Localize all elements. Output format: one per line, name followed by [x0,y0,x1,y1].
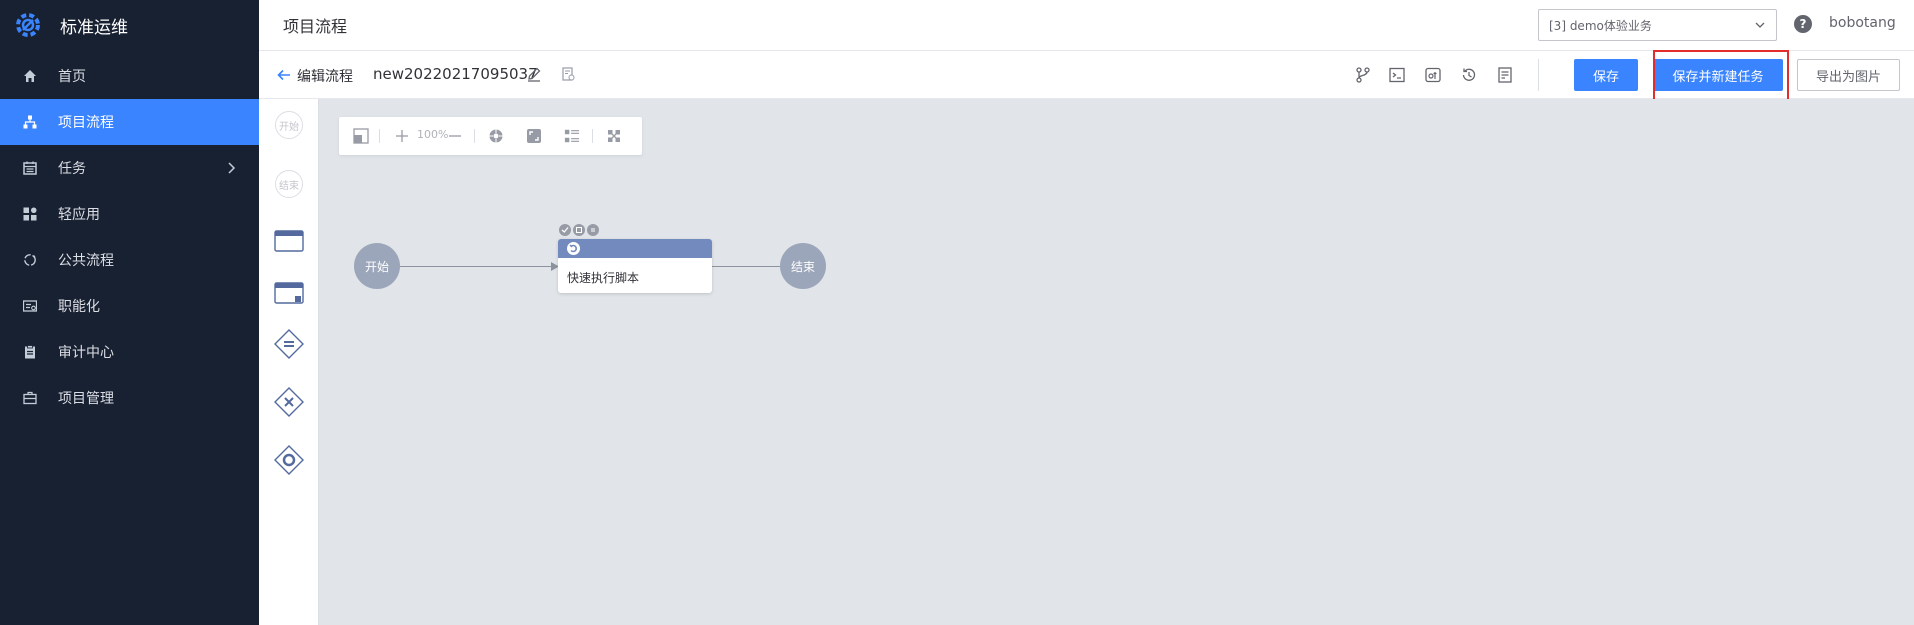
sidebar-item-label: 审计中心 [58,345,114,361]
cycle-icon [22,252,38,268]
username[interactable]: bobotang [1829,15,1896,31]
exclusive-gateway-icon [274,387,304,417]
sidebar-item-home[interactable]: 首页 [0,53,259,99]
chevron-down-icon [1755,22,1765,28]
palette-exclusive-gateway[interactable] [273,386,305,418]
node-palette: 开始 结束 [259,99,319,625]
business-select[interactable]: [3] demo体验业务 [1538,9,1777,41]
canvas-toolbar-divider [379,129,380,143]
calendar-icon [22,160,38,176]
chevron-right-icon [228,162,236,174]
flow-name: new20220217095037 [373,65,538,83]
fit-screen-icon[interactable] [526,128,542,144]
palette-start-node[interactable]: 开始 [273,109,305,141]
sidebar-item-functional[interactable]: 职能化 [0,283,259,329]
palette-task-node[interactable] [273,225,305,257]
flow-connector-task-end[interactable] [712,266,780,267]
save-button[interactable]: 保存 [1574,59,1638,91]
task-node-header [558,239,712,258]
sidebar-item-audit[interactable]: 审计中心 [0,329,259,375]
page-title: 项目流程 [283,17,348,36]
hierarchy-icon [22,114,38,130]
export-image-button[interactable]: 导出为图片 [1797,59,1900,91]
sidebar-item-light-apps[interactable]: 轻应用 [0,191,259,237]
palette-end-label: 结束 [275,170,303,198]
brand[interactable]: 标准运维 [0,0,259,50]
clipboard-icon [22,344,38,360]
script-plugin-icon [567,242,580,255]
briefcase-icon [22,390,38,406]
task-node-label: 快速执行脚本 [567,271,640,285]
edit-toolbar: 编辑流程 new20220217095037 保存 保存并新建任务 导出为图片 [259,51,1914,99]
variables-icon[interactable] [1424,66,1442,84]
canvas-toolbar-divider [592,129,593,143]
sidebar-item-label: 项目管理 [58,391,114,407]
sidebar-item-project-flow[interactable]: 项目流程 [0,99,259,145]
converge-gateway-icon [274,445,304,475]
home-icon [22,68,38,84]
help-icon[interactable]: ? [1794,15,1812,33]
sidebar-item-label: 任务 [58,161,86,177]
reset-view-icon[interactable] [488,128,504,144]
parallel-gateway-icon [274,329,304,359]
back-label[interactable]: 编辑流程 [297,66,353,86]
id-card-icon [22,298,38,314]
sidebar-item-label: 公共流程 [58,253,114,269]
sidebar-item-project-management[interactable]: 项目管理 [0,375,259,421]
end-node[interactable]: 结束 [780,243,826,289]
sidebar-item-label: 职能化 [58,299,100,315]
delete-icon[interactable] [587,224,599,236]
auto-arrange-icon[interactable] [606,128,622,144]
zoom-level: 100% [417,128,449,141]
history-icon[interactable] [1460,66,1478,84]
node-list-icon[interactable] [564,128,580,144]
canvas-toolbar: 100% [339,117,642,155]
zoom-in-icon[interactable] [394,128,410,144]
gear-logo-icon [16,13,40,37]
palette-subprocess-node[interactable] [273,277,305,309]
sidebar-item-tasks[interactable]: 任务 [0,145,259,191]
branch-icon[interactable] [1354,66,1372,84]
terminal-icon[interactable] [1388,66,1406,84]
flow-canvas[interactable]: 100% 开始 快速执行脚本 结束 [319,99,1914,625]
sidebar-item-label: 项目流程 [58,115,114,131]
pencil-icon[interactable] [526,66,542,82]
copy-icon[interactable] [573,224,585,236]
template-settings-icon[interactable] [561,67,575,81]
subprocess-node-icon [274,282,304,304]
layout-icon[interactable] [353,128,369,144]
sidebar-item-common-flow[interactable]: 公共流程 [0,237,259,283]
apps-icon [22,206,38,222]
task-node[interactable]: 快速执行脚本 [558,239,712,293]
toolbar-divider [1538,59,1539,91]
task-node-icon [274,230,304,252]
sidebar-item-label: 首页 [58,69,86,85]
brand-name: 标准运维 [60,17,128,38]
zoom-out-icon[interactable] [447,128,463,144]
start-node[interactable]: 开始 [354,243,400,289]
sidebar: 标准运维 首页 项目流程 任务 轻应用 公共流程 职能化 审计中心 项目管理 [0,0,259,625]
check-icon[interactable] [559,224,571,236]
palette-end-node[interactable]: 结束 [273,168,305,200]
business-select-value: [3] demo体验业务 [1549,18,1652,33]
palette-converge-gateway[interactable] [273,444,305,476]
sidebar-item-label: 轻应用 [58,207,100,223]
document-icon[interactable] [1496,66,1514,84]
palette-start-label: 开始 [275,111,303,139]
palette-parallel-gateway[interactable] [273,328,305,360]
canvas-toolbar-divider [474,129,475,143]
back-arrow-icon[interactable] [277,68,291,82]
node-operations [559,224,599,236]
save-and-new-task-button[interactable]: 保存并新建任务 [1653,59,1783,91]
